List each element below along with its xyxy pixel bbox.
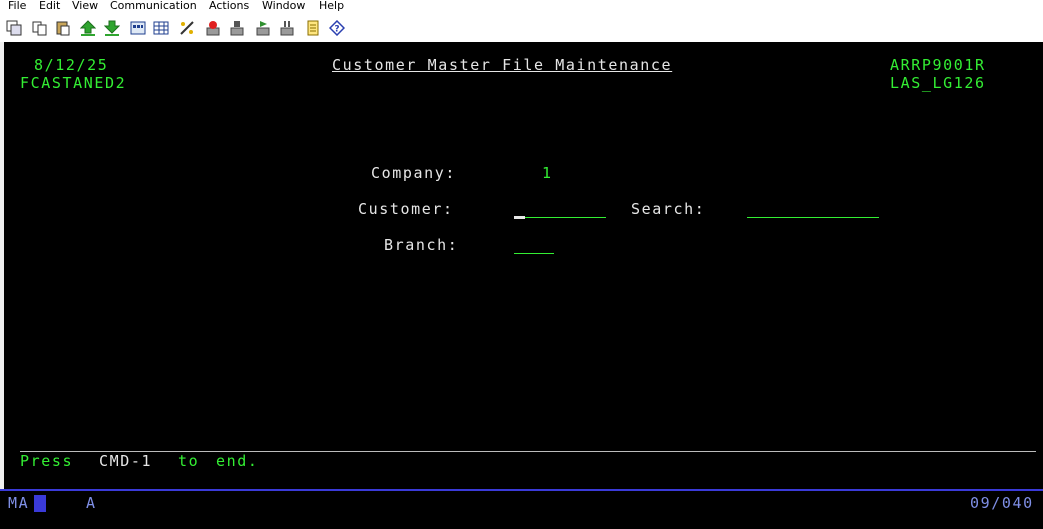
search-label: Search: xyxy=(631,200,706,218)
menu-file[interactable]: File xyxy=(8,0,26,12)
status-mode: MA xyxy=(8,494,30,512)
quick-keys-icon[interactable] xyxy=(153,20,169,36)
menu-bar: File Edit View Communication Actions Win… xyxy=(0,0,1043,14)
device-id: LAS_LG126 xyxy=(890,74,986,92)
search-field[interactable] xyxy=(747,200,879,218)
notes-icon[interactable] xyxy=(305,20,321,36)
menu-window[interactable]: Window xyxy=(262,0,305,12)
screen-date: 8/12/25 xyxy=(34,56,109,74)
copy-screen-icon[interactable] xyxy=(6,20,22,36)
status-bar: MA A 09/040 xyxy=(0,489,1043,529)
svg-text:?: ? xyxy=(334,25,339,35)
play-macro-icon[interactable] xyxy=(255,20,271,36)
toolbar: ? xyxy=(0,14,1043,43)
record-macro-icon[interactable] xyxy=(205,20,221,36)
customer-field[interactable] xyxy=(514,200,606,218)
menu-edit[interactable]: Edit xyxy=(39,0,60,12)
company-label: Company: xyxy=(371,164,457,182)
footer-to-text: to xyxy=(178,452,200,470)
customer-label: Customer: xyxy=(358,200,454,218)
receive-file-icon[interactable] xyxy=(104,20,120,36)
footer-press-text: Press xyxy=(20,452,74,470)
footer-separator xyxy=(20,451,1036,452)
menu-actions[interactable]: Actions xyxy=(209,0,249,12)
status-indicator: A xyxy=(86,494,97,512)
footer-cmd-key: CMD-1 xyxy=(99,452,153,470)
menu-communication[interactable]: Communication xyxy=(110,0,197,12)
branch-field[interactable] xyxy=(514,236,554,254)
text-cursor xyxy=(514,216,525,219)
send-file-icon[interactable] xyxy=(80,20,96,36)
copy-icon[interactable] xyxy=(32,20,48,36)
menu-help[interactable]: Help xyxy=(319,0,344,12)
menu-view[interactable]: View xyxy=(72,0,98,12)
terminal-screen[interactable]: 8/12/25 FCASTANED2 Customer Master File … xyxy=(4,42,1043,489)
help-icon[interactable]: ? xyxy=(329,20,345,36)
company-value: 1 xyxy=(542,164,553,182)
status-cursor-block xyxy=(34,495,46,512)
paste-icon[interactable] xyxy=(55,20,71,36)
page-title: Customer Master File Maintenance xyxy=(332,56,673,74)
branch-label: Branch: xyxy=(384,236,459,254)
cursor-position: 09/040 xyxy=(970,494,1034,512)
program-id: ARRP9001R xyxy=(890,56,986,74)
display-keypad-icon[interactable] xyxy=(130,20,146,36)
stop-macro-icon[interactable] xyxy=(229,20,245,36)
macro-icon[interactable] xyxy=(179,20,195,36)
pause-macro-icon[interactable] xyxy=(279,20,295,36)
user-id: FCASTANED2 xyxy=(20,74,127,92)
footer-end-text: end. xyxy=(216,452,259,470)
